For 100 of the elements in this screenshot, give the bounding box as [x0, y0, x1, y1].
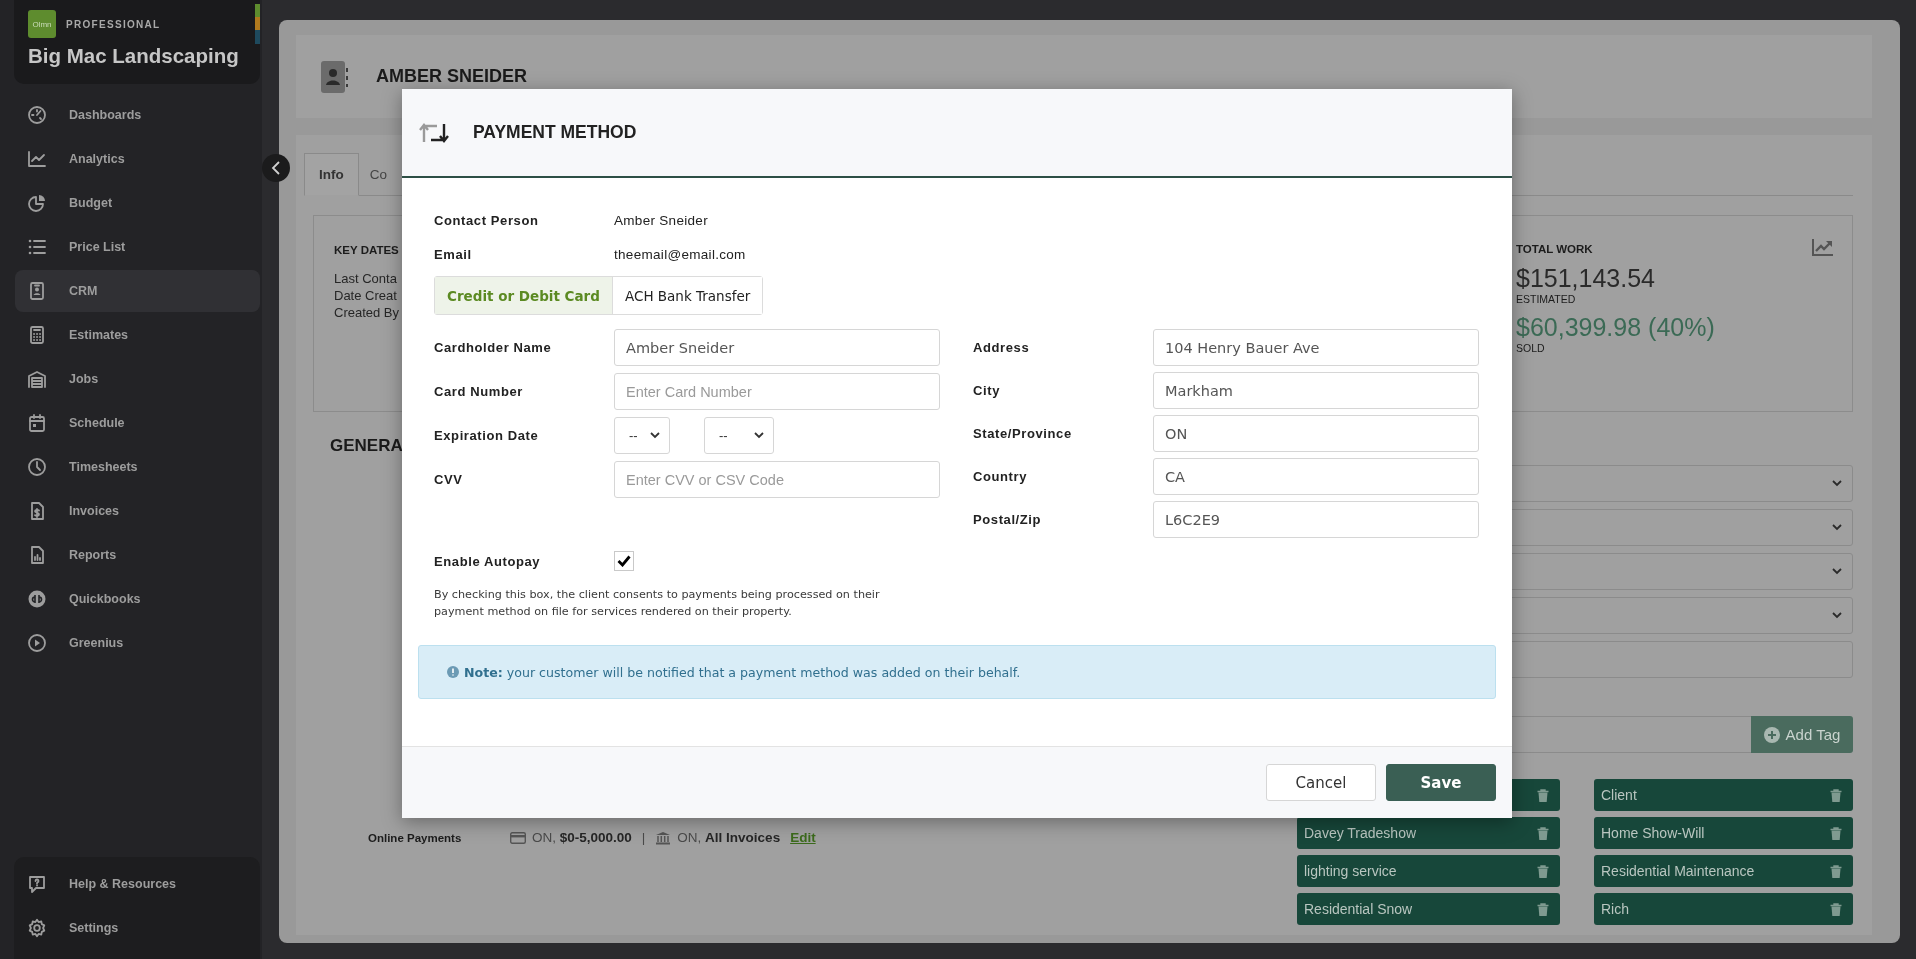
date-label: Date Creat	[334, 287, 397, 304]
credit-card-icon	[510, 831, 526, 844]
trash-icon[interactable]	[1536, 787, 1550, 803]
field-label: Cardholder Name	[434, 340, 553, 355]
select-field[interactable]: --	[614, 417, 670, 454]
field-label: Enable Autopay	[434, 553, 542, 569]
app-logo: Olmn	[28, 10, 56, 38]
tag-label: Rich	[1601, 901, 1629, 917]
input-field[interactable]: Amber Sneider	[614, 329, 940, 366]
consent-text: By checking this box, the client consents to payments being processed on their payment method on file for services rendered on their property.	[434, 587, 881, 620]
amount-caption: ESTIMATED	[1516, 293, 1576, 305]
nav-item[interactable]: Jobs	[15, 357, 260, 401]
nav-item[interactable]: Settings	[15, 906, 260, 950]
line-chart-icon	[27, 149, 47, 169]
checkmark-icon	[617, 555, 631, 567]
gauge-icon	[27, 105, 47, 125]
field-label: Country	[973, 469, 1029, 484]
trash-icon[interactable]	[1536, 825, 1550, 841]
nav-item[interactable]: Quickbooks	[15, 577, 260, 621]
input-field[interactable]: ON	[1153, 415, 1479, 452]
date-label: Last Conta	[334, 270, 397, 287]
field-label: Email	[434, 246, 473, 262]
nav-item[interactable]: Invoices	[15, 489, 260, 533]
nav-item[interactable]: Help & Resources	[15, 862, 260, 906]
payment-status: ON, $0-5,000.00	[532, 830, 632, 845]
tag-label: Residential Snow	[1304, 901, 1413, 917]
chevron-down-icon	[650, 432, 660, 439]
cancel-button[interactable]: Cancel	[1266, 764, 1376, 801]
tab[interactable]: Co	[358, 153, 398, 195]
contact-name: AMBER SNEIDER	[376, 66, 527, 87]
tag-label: Residential Maintenance	[1601, 863, 1755, 879]
pie-chart-icon	[27, 193, 47, 213]
section-heading: GENERA	[330, 436, 403, 456]
tag-label: Home Show-Will	[1601, 825, 1705, 841]
note-text: Note: your customer will be notified that a payment method was added on their behalf.	[464, 664, 1021, 680]
circle-logo-icon	[27, 589, 47, 609]
add-tag-button[interactable]: Add Tag	[1751, 716, 1853, 753]
accent-stripes	[255, 4, 260, 44]
field-label: Expiration Date	[434, 428, 540, 443]
save-button[interactable]: Save	[1386, 764, 1496, 801]
contact-book-icon	[320, 59, 350, 94]
payment-type-tab[interactable]: Credit or Debit Card	[435, 277, 613, 314]
tag-label: Davey Tradeshow	[1304, 825, 1417, 841]
plan-label: PROFESSIONAL	[66, 18, 161, 30]
clock-icon	[27, 457, 47, 477]
input-field[interactable]: Markham	[1153, 372, 1479, 409]
nav-item[interactable]: Price List	[15, 225, 260, 269]
field-label: City	[973, 383, 1001, 398]
select-field[interactable]: --	[704, 417, 774, 454]
payment-status: ON, All Invoices	[677, 830, 781, 845]
checkbox[interactable]	[614, 551, 634, 571]
nav-item[interactable]: Reports	[15, 533, 260, 577]
trash-icon[interactable]	[1829, 901, 1843, 917]
nav-item[interactable]: CRM	[15, 270, 260, 312]
company-name: Big Mac Landscaping	[28, 44, 240, 68]
section-title: KEY DATES	[334, 244, 399, 256]
estimated-amount: $151,143.54	[1516, 264, 1656, 293]
calendar-icon	[27, 413, 47, 433]
tab[interactable]: Info	[304, 153, 359, 196]
bank-icon	[655, 830, 672, 845]
input-field[interactable]: L6C2E9	[1153, 501, 1479, 538]
trash-icon[interactable]	[1829, 863, 1843, 879]
nav-item[interactable]: Estimates	[15, 313, 260, 357]
chevron-down-icon	[1832, 612, 1842, 619]
tag-label: Client	[1601, 787, 1637, 803]
help-icon	[27, 874, 47, 894]
nav-item[interactable]: Dashboards	[15, 93, 260, 137]
dialog-title: PAYMENT METHOD	[473, 122, 637, 143]
nav-item[interactable]: Budget	[15, 181, 260, 225]
section-title: TOTAL WORK	[1516, 243, 1593, 255]
trash-icon[interactable]	[1829, 825, 1843, 841]
collapse-button[interactable]	[262, 154, 290, 182]
info-icon	[447, 666, 459, 678]
date-label: Created By	[334, 304, 400, 321]
plus-circle-icon	[1763, 726, 1780, 743]
trash-icon[interactable]	[1829, 787, 1843, 803]
settings-icon	[27, 918, 47, 938]
trash-icon[interactable]	[1536, 863, 1550, 879]
chevron-down-icon	[754, 432, 764, 439]
input-field[interactable]: CA	[1153, 458, 1479, 495]
chevron-down-icon	[1832, 524, 1842, 531]
list-icon	[27, 237, 47, 257]
nav-item[interactable]: Analytics	[15, 137, 260, 181]
trash-icon[interactable]	[1536, 901, 1550, 917]
separator: |	[641, 830, 646, 845]
chevron-down-icon	[1832, 480, 1842, 487]
id-badge-icon	[27, 281, 47, 301]
field-value: Amber Sneider	[614, 212, 708, 228]
trend-chart-icon	[1812, 238, 1834, 256]
chevron-down-icon	[1832, 568, 1842, 575]
field-label: Postal/Zip	[973, 512, 1043, 527]
nav-item[interactable]: Timesheets	[15, 445, 260, 489]
play-icon	[27, 633, 47, 653]
field-label: Address	[973, 340, 1031, 355]
nav-item[interactable]: Greenius	[15, 621, 260, 665]
sold-amount: $60,399.98 (40%)	[1516, 313, 1715, 342]
amount-caption: SOLD	[1516, 342, 1545, 354]
input-field[interactable]: 104 Henry Bauer Ave	[1153, 329, 1479, 366]
field-label: Contact Person	[434, 212, 540, 228]
nav-item[interactable]: Schedule	[15, 401, 260, 445]
